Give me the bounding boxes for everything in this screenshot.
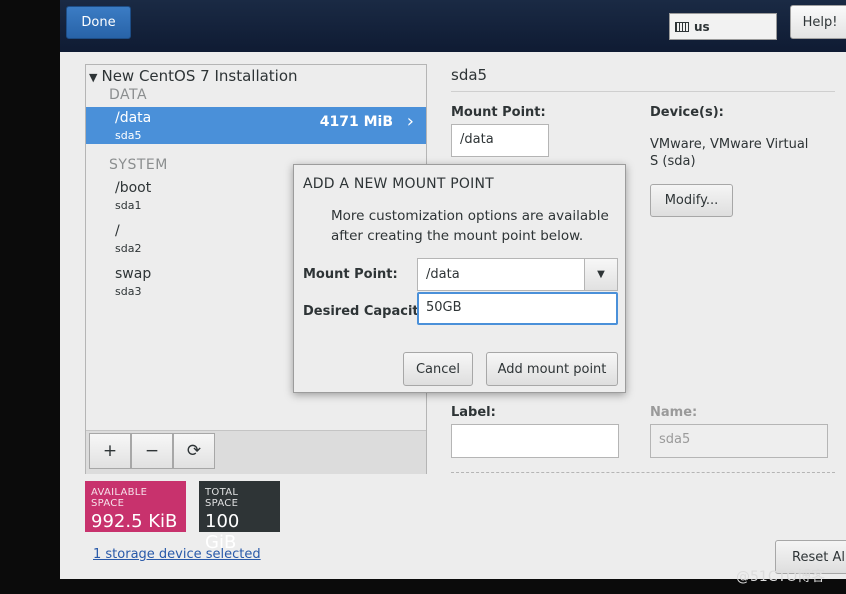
mount-point-combo-value[interactable]: /data — [418, 259, 584, 290]
dashed-divider — [451, 472, 835, 473]
done-button[interactable]: Done — [66, 6, 131, 39]
label-field[interactable] — [451, 424, 619, 458]
mount-item-name: /boot — [115, 180, 152, 196]
modify-button[interactable]: Modify... — [650, 184, 733, 217]
cancel-button[interactable]: Cancel — [403, 352, 473, 386]
available-space-label: AVAILABLE SPACE — [91, 487, 148, 509]
storage-devices-link[interactable]: 1 storage device selected — [93, 547, 261, 562]
watermark: @51CTO博客 — [736, 569, 826, 585]
refresh-icon[interactable]: ⟳ — [173, 433, 215, 469]
available-space-badge: AVAILABLE SPACE 992.5 KiB — [85, 481, 186, 532]
mount-item-device: sda5 — [115, 129, 142, 142]
divider — [451, 91, 835, 92]
mount-item-size: 4171 MiB — [319, 114, 393, 130]
total-space-label: TOTAL SPACE — [205, 487, 239, 509]
chevron-down-icon[interactable]: ▼ — [584, 259, 617, 290]
mount-item-name: /data — [115, 110, 152, 126]
name-field-label: Name: — [650, 405, 698, 420]
keyboard-layout-label: us — [694, 19, 710, 34]
group-label-data: DATA — [109, 87, 148, 103]
help-button[interactable]: Help! — [790, 5, 846, 39]
mount-item-device: sda1 — [115, 199, 142, 212]
add-mount-point-button[interactable]: + — [89, 433, 131, 469]
mount-point-label: Mount Point: — [451, 105, 546, 120]
mount-point-field[interactable]: /data — [451, 124, 549, 157]
mount-point-combo[interactable]: /data ▼ — [417, 258, 618, 291]
group-label-system: SYSTEM — [109, 157, 168, 173]
tree-toolbar-buttons: + − ⟳ — [89, 433, 215, 469]
top-bar: Done us Help! — [60, 0, 846, 52]
installation-header[interactable]: ▼ New CentOS 7 Installation — [89, 67, 298, 85]
label-field-label: Label: — [451, 405, 496, 420]
dialog-message: More customization options are available… — [331, 208, 609, 244]
mount-item-name: swap — [115, 266, 152, 282]
total-space-badge: TOTAL SPACE 100 GiB — [199, 481, 280, 553]
details-title: sda5 — [451, 66, 488, 84]
dialog-title: ADD A NEW MOUNT POINT — [303, 176, 494, 192]
expander-icon: ▼ — [89, 71, 98, 84]
remove-mount-point-button[interactable]: − — [131, 433, 173, 469]
mount-item-device: sda2 — [115, 242, 142, 255]
desired-capacity-input[interactable]: 50GB — [417, 292, 618, 325]
mount-item-name: / — [115, 223, 120, 239]
name-field: sda5 — [650, 424, 828, 458]
keyboard-icon — [675, 21, 689, 32]
add-mount-point-confirm-button[interactable]: Add mount point — [486, 352, 618, 386]
chevron-right-icon: › — [406, 111, 414, 132]
devices-value: VMware, VMware Virtual S (sda) — [650, 137, 809, 169]
keyboard-layout-indicator[interactable]: us — [669, 13, 777, 40]
dialog-capacity-label: Desired Capacity: — [303, 304, 433, 319]
mount-item-data[interactable]: /data sda5 4171 MiB › — [86, 107, 426, 144]
add-mount-point-dialog: ADD A NEW MOUNT POINT More customization… — [293, 164, 626, 393]
devices-label: Device(s): — [650, 105, 724, 120]
dialog-mount-point-label: Mount Point: — [303, 267, 398, 282]
installation-title: New CentOS 7 Installation — [101, 67, 298, 85]
mount-item-device: sda3 — [115, 285, 142, 298]
available-space-value: 992.5 KiB — [91, 511, 178, 532]
